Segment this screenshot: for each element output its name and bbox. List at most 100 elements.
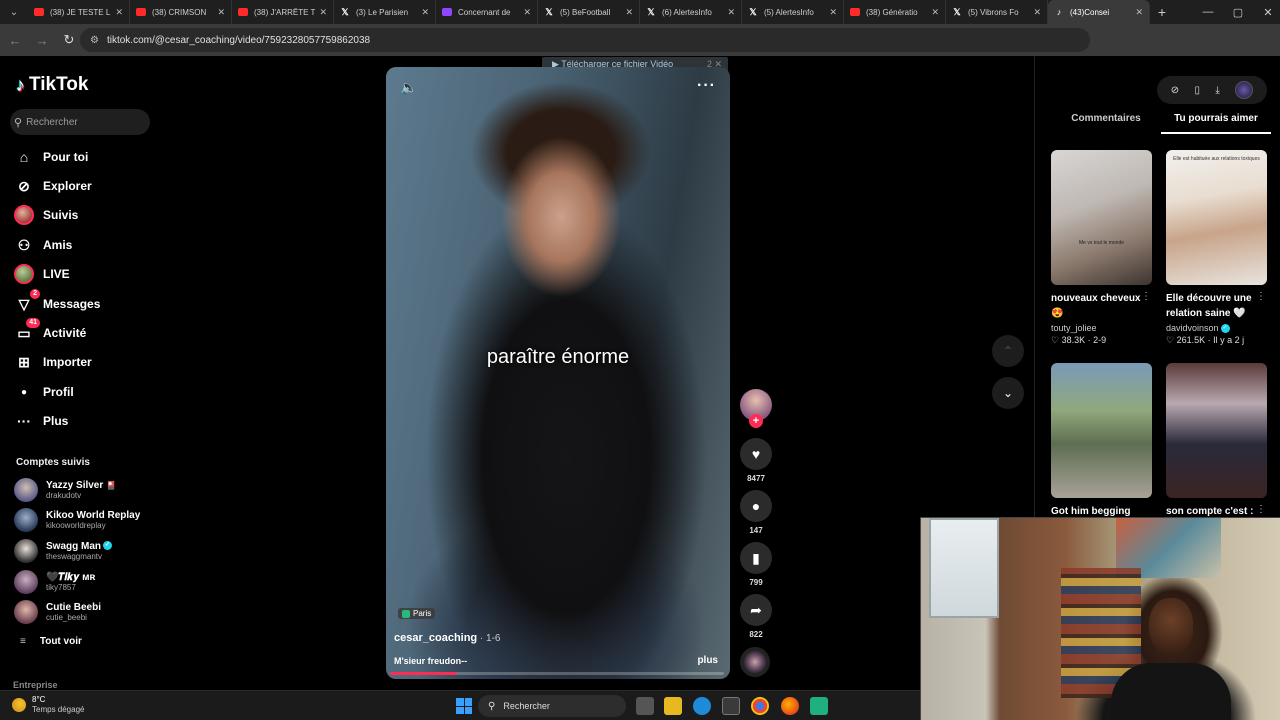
browser-tab[interactable]: 𝕏 (6) AlertesInfo ✕	[640, 0, 742, 24]
tab-close-icon[interactable]: ✕	[829, 7, 837, 18]
followed-account[interactable]: Swagg Man ✓ theswaggmantv	[14, 537, 113, 565]
site-info-icon[interactable]: ⚙	[90, 35, 99, 46]
tab-close-icon[interactable]: ✕	[523, 7, 531, 18]
tab-close-icon[interactable]: ✕	[931, 7, 939, 18]
followed-account[interactable]: 🖤𝑻𝒊𝒌𝒚 ᴍʀ tiky7857	[14, 568, 95, 596]
tab-close-icon[interactable]: ✕	[217, 7, 225, 18]
tiktok-note-icon: ♪	[16, 74, 25, 95]
like-count: 8477	[747, 474, 765, 483]
sidebar-item-amis[interactable]: ⚇ Amis	[14, 233, 73, 257]
card-more-icon[interactable]: ⋮	[1256, 504, 1266, 515]
music-disc[interactable]	[740, 647, 770, 677]
description-more-link[interactable]: plus	[697, 655, 718, 666]
sidebar-item-profil[interactable]: ● Profil	[14, 380, 74, 404]
browser-tab[interactable]: 𝕏 (5) AlertesInfo ✕	[742, 0, 844, 24]
tab-comments[interactable]: Commentaires	[1051, 108, 1161, 134]
close-window-icon[interactable]: ✕	[1252, 0, 1280, 24]
file-explorer-icon[interactable]	[664, 697, 682, 715]
video-thumbnail[interactable]	[1166, 363, 1267, 498]
video-progress-bar[interactable]	[390, 672, 724, 675]
recommended-video-card[interactable]: son compte c'est : ⋮	[1166, 363, 1268, 519]
tab-close-icon[interactable]: ✕	[1033, 7, 1041, 18]
reload-icon[interactable]: ↻	[57, 28, 81, 52]
scroll-down-button[interactable]: ⌄	[992, 377, 1024, 409]
minimize-icon[interactable]: —	[1192, 0, 1224, 24]
store-icon[interactable]	[722, 697, 740, 715]
tab-close-icon[interactable]: ✕	[319, 7, 327, 18]
chrome-icon[interactable]	[751, 697, 769, 715]
maximize-icon[interactable]: ▢	[1222, 0, 1254, 24]
tab-close-icon[interactable]: ✕	[727, 7, 735, 18]
browser-tab[interactable]: 𝕏 (3) Le Parisien ✕	[334, 0, 436, 24]
share-button[interactable]: ➦ 822	[738, 594, 774, 639]
tab-close-icon[interactable]: ✕	[115, 7, 123, 18]
tab-recommended[interactable]: Tu pourrais aimer	[1161, 108, 1271, 134]
url-field[interactable]: ⚙ tiktok.com/@cesar_coaching/video/75923…	[80, 28, 1090, 52]
sidebar-item-messages[interactable]: ▽ 2 Messages	[14, 289, 100, 316]
author-name[interactable]: cesar_coaching	[394, 632, 477, 644]
browser-tab[interactable]: (38) CRIMSON ✕	[130, 0, 232, 24]
save-button[interactable]: ▮ 799	[738, 542, 774, 587]
bookmark-icon: ▮	[740, 542, 772, 574]
recommended-video-card[interactable]: Me vs tout le monde nouveaux cheveux 😍 ⋮…	[1051, 150, 1153, 346]
video-thumbnail[interactable]	[1051, 363, 1152, 498]
followed-account[interactable]: Yazzy Silver 🎴 drakudotv	[14, 476, 116, 504]
sidebar-item-suivis[interactable]: Suivis	[14, 203, 78, 227]
new-tab-button[interactable]: +	[1150, 4, 1174, 20]
followed-account[interactable]: Kikoo World Replay kikooworldreplay	[14, 506, 140, 534]
sidebar-item-explorer[interactable]: ⊘ Explorer	[14, 174, 92, 198]
forward-icon[interactable]: →	[30, 28, 54, 52]
app-icon[interactable]	[810, 697, 828, 715]
volume-icon[interactable]: 🔈	[400, 79, 417, 96]
recommended-video-card[interactable]: Elle est habituée aux relations toxiques…	[1166, 150, 1268, 346]
sidebar-item-activite[interactable]: ▭ 41 Activité	[14, 318, 86, 345]
card-author[interactable]: davidvoinson	[1166, 323, 1219, 333]
weather-widget[interactable]: 8°C Temps dégagé	[12, 695, 84, 715]
comment-button[interactable]: ● 147	[738, 490, 774, 535]
user-avatar[interactable]	[1235, 81, 1254, 99]
compass-icon[interactable]: ⊘	[1171, 85, 1179, 96]
scroll-up-button[interactable]: ⌃	[992, 335, 1024, 367]
tiktok-logo[interactable]: ♪ TikTok	[16, 74, 88, 96]
taskbar-search[interactable]: ⚲ Rechercher	[478, 695, 626, 717]
followed-account[interactable]: Cutie Beebi cutie_beebi	[14, 598, 101, 626]
download-icon[interactable]: ⤓	[1215, 85, 1219, 96]
follow-plus-icon[interactable]: +	[749, 414, 763, 428]
sidebar-item-plus[interactable]: ··· Plus	[14, 409, 68, 433]
browser-tab[interactable]: (38) J'ARRÊTE T ✕	[232, 0, 334, 24]
tab-close-icon[interactable]: ✕	[1135, 7, 1143, 18]
firefox-icon[interactable]	[781, 697, 799, 715]
browser-tab[interactable]: (38) Génératio ✕	[844, 0, 946, 24]
card-more-icon[interactable]: ⋮	[1256, 291, 1266, 302]
tab-list-chevron-icon[interactable]: ⌄	[0, 0, 28, 24]
card-more-icon[interactable]: ⋮	[1141, 291, 1151, 302]
browser-tab[interactable]: ♪ (43)Consei ✕	[1048, 0, 1150, 24]
video-player[interactable]: 🔈 ··· paraître énorme Paris cesar_coachi…	[386, 67, 730, 679]
tab-close-icon[interactable]: ✕	[421, 7, 429, 18]
sidebar-item-pour-toi[interactable]: ⌂ Pour toi	[14, 145, 89, 169]
like-button[interactable]: ♥ 8477	[738, 438, 774, 483]
search-box[interactable]: ⚲	[10, 109, 150, 135]
location-tag[interactable]: Paris	[398, 608, 436, 619]
card-author[interactable]: touty_joliee	[1051, 323, 1153, 333]
browser-tab[interactable]: Concernant de ✕	[436, 0, 538, 24]
search-input[interactable]	[26, 116, 137, 128]
tab-close-icon[interactable]: ✕	[625, 7, 633, 18]
see-all-link[interactable]: ≡ Tout voir	[20, 636, 82, 647]
browser-tab[interactable]: 𝕏 (5) Vibrons Fo ✕	[946, 0, 1048, 24]
footer-entreprise[interactable]: Entreprise	[13, 680, 58, 690]
browser-tab[interactable]: (38) JE TESTE L ✕	[28, 0, 130, 24]
sidebar-item-live[interactable]: LIVE	[14, 262, 70, 286]
start-windows-icon[interactable]	[456, 698, 472, 714]
edge-icon[interactable]	[693, 697, 711, 715]
recommended-video-card[interactable]: Got him begging	[1051, 363, 1153, 519]
browser-tab[interactable]: 𝕏 (5) BeFootball ✕	[538, 0, 640, 24]
video-thumbnail[interactable]: Me vs tout le monde	[1051, 150, 1152, 285]
phone-icon[interactable]: ▯	[1195, 85, 1201, 96]
url-text[interactable]: tiktok.com/@cesar_coaching/video/7592328…	[107, 35, 370, 46]
sidebar-item-importer[interactable]: ⊞ Importer	[14, 350, 92, 374]
more-options-icon[interactable]: ···	[697, 77, 716, 95]
video-thumbnail[interactable]: Elle est habituée aux relations toxiques	[1166, 150, 1267, 285]
task-view-icon[interactable]	[636, 697, 654, 715]
back-icon[interactable]: ←	[3, 28, 27, 52]
